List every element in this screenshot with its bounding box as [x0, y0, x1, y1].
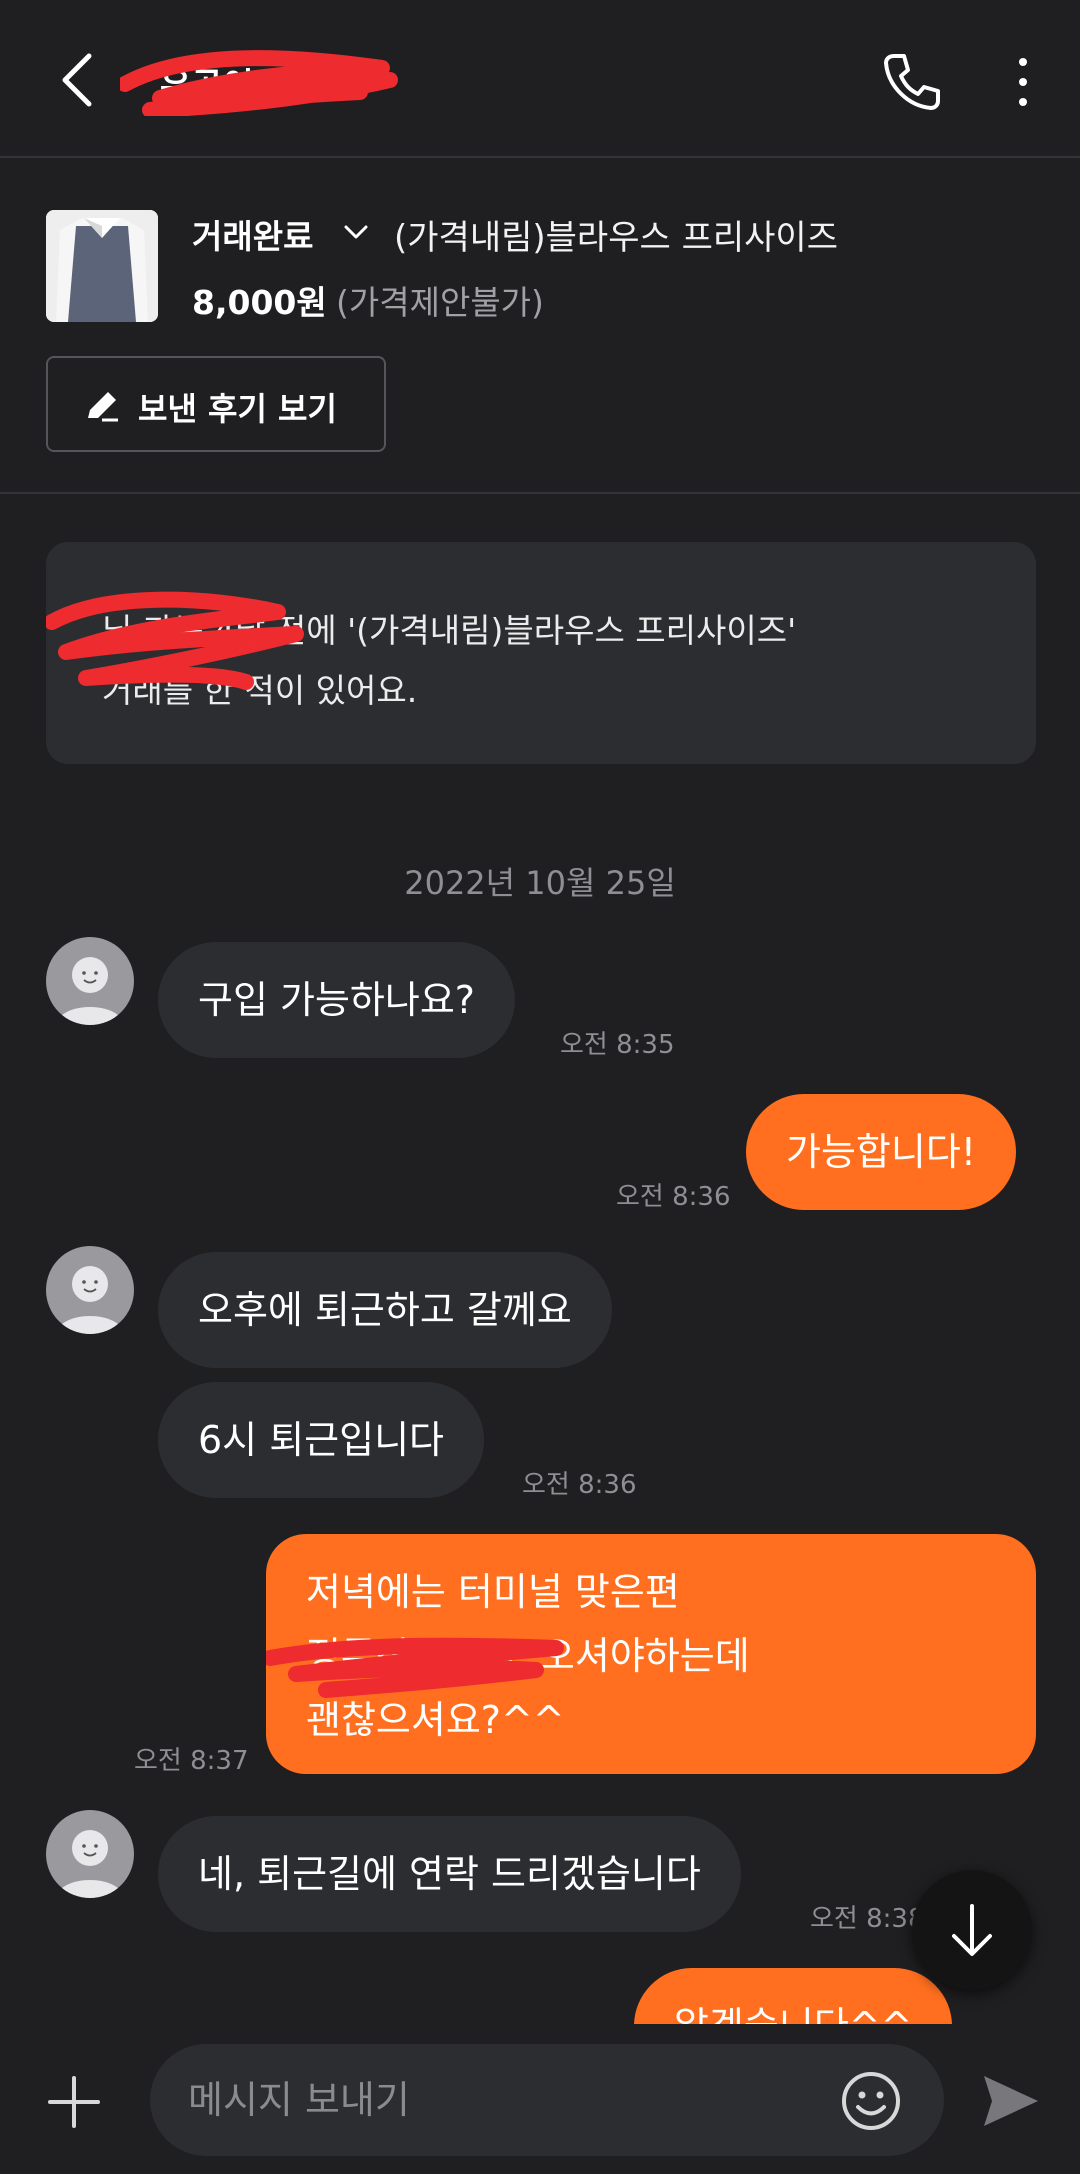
product-title[interactable]: (가격내림)블라우스 프리사이즈 [394, 210, 838, 259]
incoming-message-bubble[interactable]: 오후에 퇴근하고 갈께요 [158, 1252, 612, 1368]
back-arrow-icon[interactable] [55, 50, 105, 110]
default-profile-icon [56, 1830, 124, 1898]
seller-name-title: 유공이 [120, 46, 410, 116]
trade-status[interactable]: 거래완료 [192, 210, 313, 258]
incoming-message-bubble[interactable]: 6시 퇴근입니다 [158, 1382, 485, 1498]
outgoing-message-bubble[interactable]: 저녁에는 터미널 맞은편 정류장 쪽으로 오셔야하는데 괜찮으셔요?^^ [266, 1534, 1036, 1774]
scroll-to-bottom-button[interactable] [912, 1870, 1032, 1990]
plus-icon[interactable] [46, 2074, 102, 2130]
default-profile-icon [56, 957, 124, 1025]
more-vertical-icon[interactable] [1010, 54, 1036, 110]
send-icon[interactable] [980, 2072, 1042, 2130]
avatar[interactable] [46, 1810, 134, 1898]
product-thumbnail[interactable] [46, 210, 158, 322]
message-line: 저녁에는 터미널 맞은편 [306, 1570, 680, 1614]
previous-trade-notice: 님 과는 4달 전에 '(가격내림)블라우스 프리사이즈' 거래를 한 적이 있… [46, 542, 1036, 764]
pencil-icon [88, 392, 118, 422]
redaction-scribble [266, 1637, 564, 1698]
incoming-message-bubble[interactable]: 구입 가능하나요? [158, 942, 515, 1058]
emoji-icon[interactable] [840, 2070, 902, 2132]
message-time: 오전 8:38 [810, 1904, 925, 1934]
view-sent-review-button[interactable]: 보낸 후기 보기 [46, 356, 386, 452]
price-note: (가격제안불가) [336, 283, 544, 322]
chevron-down-icon[interactable] [342, 222, 370, 242]
arrow-down-icon [952, 1904, 992, 1956]
product-price: 8,000원 [192, 283, 327, 322]
message-time: 오전 8:36 [522, 1470, 637, 1500]
redaction-scribble [120, 50, 398, 116]
avatar[interactable] [46, 1246, 134, 1334]
message-time: 오전 8:36 [616, 1182, 731, 1212]
message-time: 오전 8:37 [134, 1746, 249, 1776]
outgoing-message-bubble[interactable]: 알겠습니다^^ [634, 1968, 953, 2024]
incoming-message-bubble[interactable]: 네, 퇴근길에 연락 드리겠습니다 [158, 1816, 741, 1932]
redaction-scribble [46, 591, 304, 690]
view-sent-review-label: 보낸 후기 보기 [138, 390, 337, 428]
message-input[interactable] [150, 2044, 944, 2156]
chat-header: 유공이 [0, 0, 1080, 158]
phone-icon[interactable] [880, 50, 944, 114]
message-time: 오전 8:35 [560, 1030, 675, 1060]
outgoing-message-bubble[interactable]: 가능합니다! [746, 1094, 1017, 1210]
date-separator: 2022년 10월 25일 [404, 864, 676, 902]
default-profile-icon [56, 1266, 124, 1334]
blouse-image [46, 210, 158, 322]
avatar[interactable] [46, 937, 134, 1025]
product-summary: 거래완료 (가격내림)블라우스 프리사이즈 8,000원 (가격제안불가) 보낸… [0, 160, 1080, 494]
